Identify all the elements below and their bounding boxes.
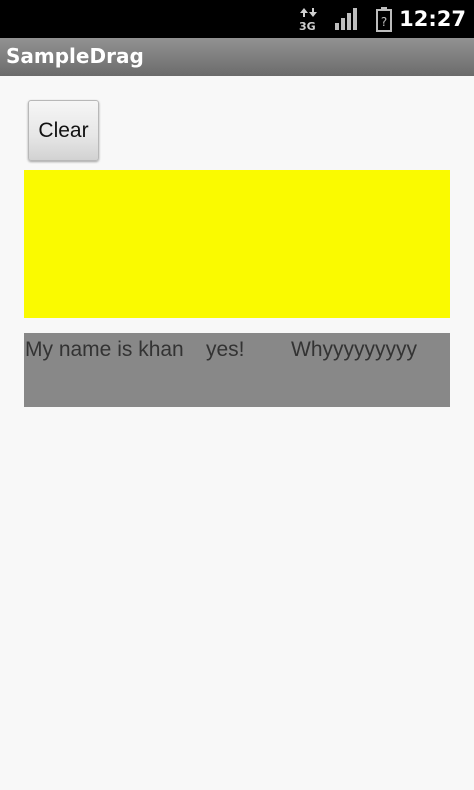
title-bar: SampleDrag: [0, 38, 474, 76]
3g-data-icon: 3G: [298, 6, 320, 36]
drag-source-area[interactable]: My name is khan yes! Whyyyyyyyyy: [24, 333, 450, 407]
drop-zone[interactable]: [24, 170, 450, 318]
drag-item-my-name-is-khan[interactable]: My name is khan: [25, 337, 184, 363]
app-title: SampleDrag: [6, 44, 144, 68]
svg-text:3G: 3G: [299, 20, 316, 32]
drag-item-whyyy[interactable]: Whyyyyyyyyy: [291, 337, 417, 363]
drag-item-yes[interactable]: yes!: [206, 337, 245, 363]
status-clock: 12:27: [399, 7, 466, 31]
clear-button[interactable]: Clear: [28, 100, 99, 161]
svg-text:?: ?: [381, 15, 387, 29]
status-bar: 3G ? 12:27: [0, 0, 474, 38]
battery-unknown-icon: ?: [374, 6, 394, 36]
signal-strength-icon: [334, 6, 360, 36]
